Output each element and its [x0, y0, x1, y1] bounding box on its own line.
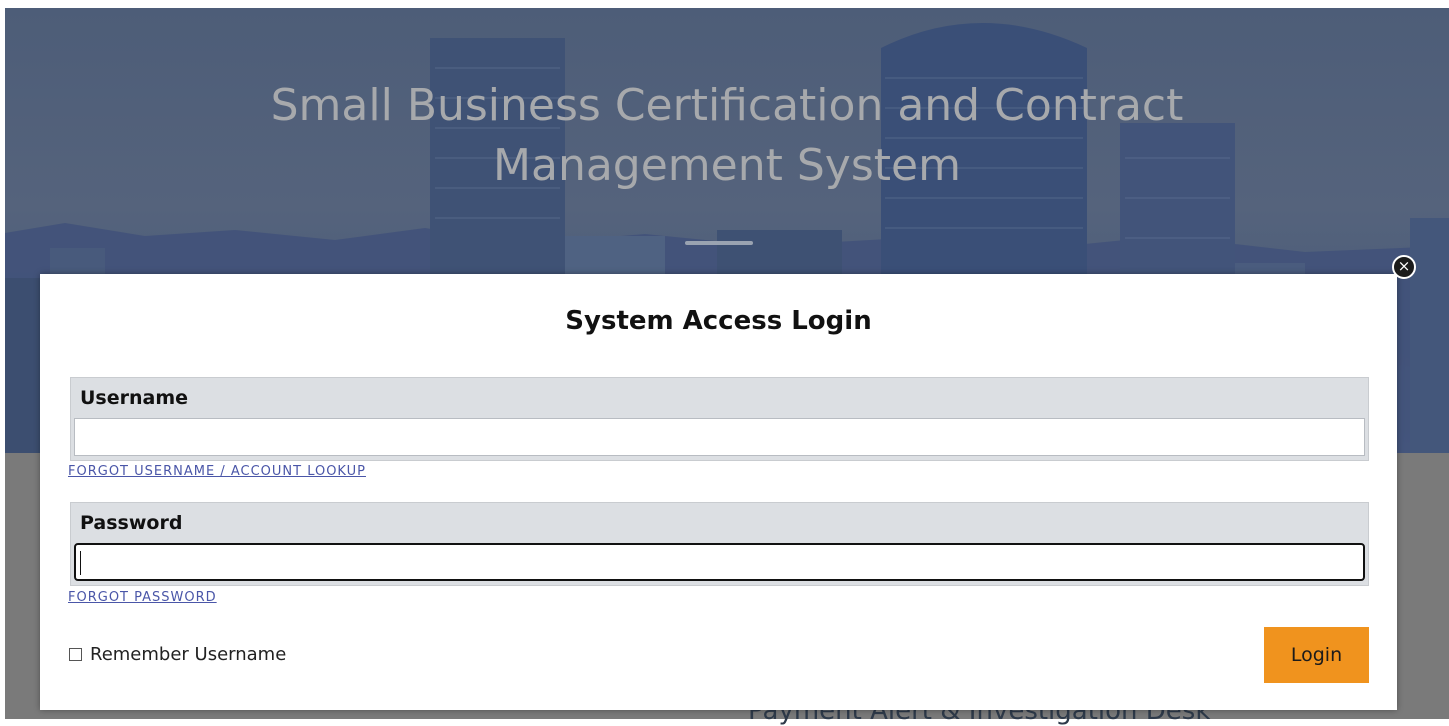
text-cursor [80, 551, 81, 575]
forgot-password-link[interactable]: FORGOT PASSWORD [68, 590, 217, 605]
password-field-group: Password [70, 502, 1369, 586]
remember-username-checkbox[interactable] [69, 648, 82, 661]
username-input[interactable] [74, 418, 1365, 456]
remember-username-label: Remember Username [90, 644, 287, 665]
password-input[interactable] [74, 543, 1365, 581]
password-label: Password [80, 512, 183, 534]
modal-title: System Access Login [565, 306, 872, 336]
login-modal: System Access Login Username FORGOT USER… [40, 274, 1397, 710]
login-button[interactable]: Login [1264, 627, 1369, 683]
remember-username[interactable]: Remember Username [69, 644, 286, 665]
username-label: Username [80, 387, 189, 409]
forgot-username-link[interactable]: FORGOT USERNAME / ACCOUNT LOOKUP [68, 464, 366, 479]
username-field-group: Username [70, 377, 1369, 461]
close-icon[interactable]: × [1392, 255, 1416, 279]
